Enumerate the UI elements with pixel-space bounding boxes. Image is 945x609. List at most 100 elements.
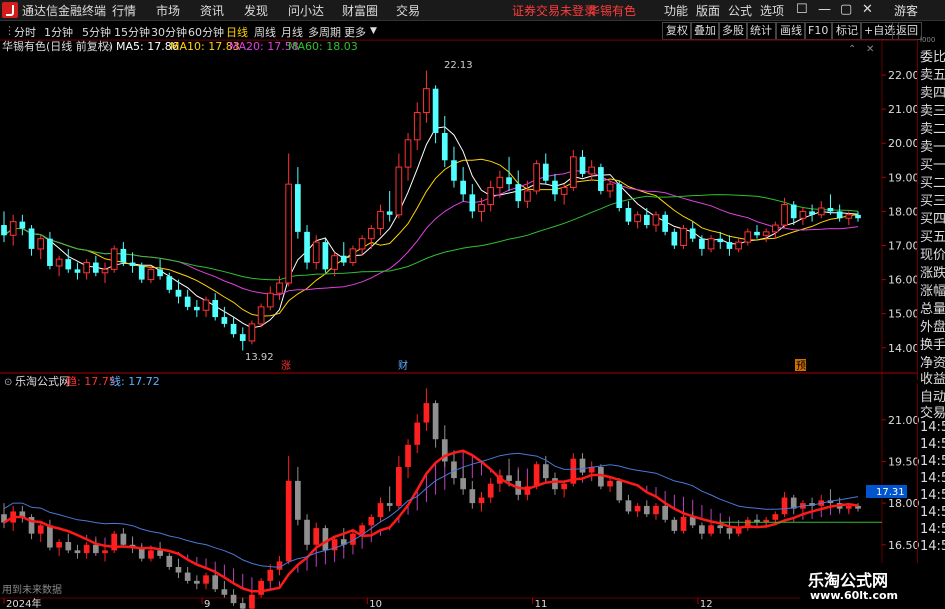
candle-body-down [239, 334, 246, 341]
candle-body-up [331, 255, 338, 270]
candle-body-up [9, 221, 17, 236]
sub-y-tick-label: 19.50 [888, 455, 920, 468]
sub-candle-body [699, 525, 705, 534]
candle-body-up [533, 163, 540, 192]
sub-candle-body [148, 550, 154, 559]
quote-panel: l000 委比 卖五 卖四 卖三 卖二 卖一 买一 买二 买三 买四 买五 现价… [917, 36, 945, 387]
sub-candle-body [717, 525, 724, 529]
candle-body-up [680, 227, 687, 246]
main-y-tick-label: 15.00 [888, 308, 920, 321]
candle-body-down [855, 214, 861, 219]
quote-sell5: 卖五 [920, 68, 945, 83]
sub-candle-body [845, 505, 852, 509]
sub-candle-body [221, 589, 228, 595]
sub-candle-body [561, 483, 567, 490]
marker-cai[interactable]: 财 [398, 359, 408, 372]
candle-body-down [322, 242, 329, 270]
candle-body-up [652, 214, 660, 226]
marker-yu[interactable]: 预 [796, 360, 806, 372]
low-price-label: 13.92 [245, 352, 274, 363]
candle-body-up [606, 183, 614, 192]
sub-candle-body [405, 444, 411, 467]
candle-body-up [735, 241, 742, 250]
candle-body-up [285, 183, 293, 284]
sub-candle-body [102, 550, 108, 554]
candle-body-down [175, 289, 182, 297]
collapse-up-icon[interactable]: ⌃ [848, 44, 856, 55]
x-tick-label: 10 [369, 599, 382, 609]
quote-sell2: 卖二 [920, 122, 945, 137]
trade-time-6: 14:56 [920, 505, 945, 520]
sub-settings-icon[interactable]: ⊙ [4, 377, 12, 388]
main-y-tick-label: 20.00 [888, 137, 920, 150]
close-panel-icon[interactable]: ✕ [866, 44, 874, 55]
main-y-tick-label: 16.00 [888, 274, 920, 287]
watermark-title: 乐淘公式网 [808, 571, 889, 590]
quote-sell4: 卖四 [920, 86, 945, 101]
candle-body-up [524, 190, 531, 202]
candle-body-down [717, 238, 724, 243]
quote-buy3: 买三 [920, 194, 945, 209]
sub-candle-body [203, 575, 209, 584]
sub-candle-body [414, 422, 421, 445]
sub-candle-body [37, 525, 44, 534]
candle-body-up [37, 238, 45, 250]
kline-chart[interactable]: 14.00 15.00 16.00 17.00 18.00 19.00 20.00 21.00… [0, 0, 945, 609]
sub-candle-body [616, 480, 623, 501]
sub-candle-body [662, 505, 669, 520]
settings-circle-icon[interactable]: ⊙ [104, 43, 112, 53]
candle-body-down [598, 167, 604, 191]
sub-candle-body [396, 467, 402, 506]
sub-candle-body [542, 464, 549, 479]
quote-buy5: 买五 [920, 230, 945, 245]
sub-candle-body [634, 505, 641, 512]
sub-candle-body [230, 594, 237, 604]
sub-candle-body [65, 542, 72, 551]
candle-body-up [845, 214, 853, 219]
candlestick-series [1, 70, 861, 351]
main-y-tick-label: 18.00 [888, 205, 920, 218]
candle-body-up [257, 306, 265, 325]
trade-time-2: 14:56 [920, 437, 945, 452]
sub-candle-body [267, 569, 274, 581]
candle-body-down [625, 208, 632, 222]
sub-candle-body [680, 517, 687, 531]
main-y-tick-label: 17.00 [888, 240, 920, 253]
candle-body-up [762, 231, 770, 236]
sub-candle-body [689, 517, 696, 526]
candle-body-down [671, 231, 678, 246]
candle-body-down [92, 262, 99, 273]
candle-body-up [202, 299, 210, 311]
candle-body-down [1, 225, 7, 236]
candle-body-down [120, 248, 127, 263]
marker-zhang[interactable]: 涨 [281, 360, 291, 372]
candle-body-down [460, 180, 466, 195]
sub-candle-body [304, 519, 310, 545]
main-y-tick-label: 21.00 [888, 103, 920, 116]
quote-sell1: 卖一 [920, 140, 945, 155]
candle-body-down [47, 238, 53, 266]
x-tick-label: 12 [700, 599, 713, 609]
quote-buy1: 买一 [920, 158, 945, 173]
candle-body-down [836, 211, 843, 219]
sub-candle-body [533, 464, 540, 487]
sub-candle-body [313, 528, 320, 545]
sub-candle-body [212, 575, 219, 590]
main-y-tick-label: 14.00 [888, 342, 920, 355]
sub-candle-body [643, 505, 650, 515]
candle-body-up [404, 139, 412, 168]
candle-body-down [616, 184, 623, 208]
sub-candle-body [506, 475, 512, 481]
candle-body-down [138, 265, 145, 280]
candle-body-up [101, 268, 109, 274]
candle-body-up [248, 323, 256, 342]
quote-volume: 总量 [920, 302, 945, 317]
candle-body-down [295, 184, 301, 232]
candle-body-up [634, 214, 641, 223]
candle-body-up [772, 224, 779, 233]
candle-body-down [790, 204, 797, 219]
sub-candle-body [469, 489, 476, 504]
trade-time-3: 14:56 [920, 454, 945, 469]
high-price-label: 22.13 [444, 60, 473, 71]
candle-body-down [65, 259, 72, 270]
